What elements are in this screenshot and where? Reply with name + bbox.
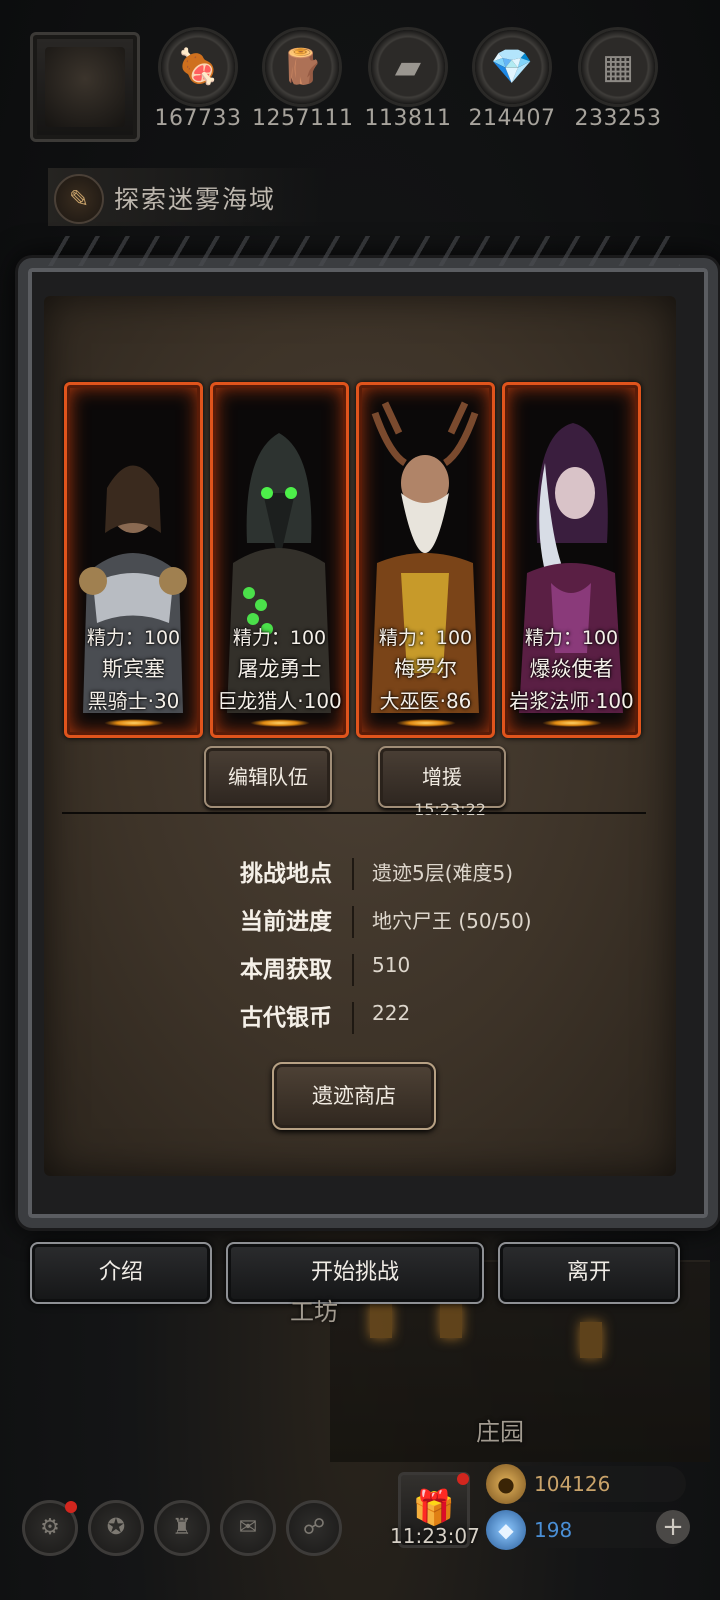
card-glow bbox=[541, 719, 602, 727]
scroll-icon: ✎ bbox=[54, 174, 104, 224]
gold-value: 104126 bbox=[534, 1472, 611, 1496]
gems-value: 198 bbox=[534, 1518, 573, 1542]
intro-button[interactable]: 介绍 bbox=[30, 1242, 212, 1304]
hero-card[interactable]: 精力：100 梅罗尔 大巫医·86 bbox=[356, 382, 495, 738]
resource-crystal[interactable]: 💎 214407 bbox=[462, 30, 562, 131]
info-row-weekly: 本周获取 510 bbox=[180, 950, 600, 990]
resource-value: 233253 bbox=[574, 106, 662, 131]
resource-value: 214407 bbox=[468, 106, 556, 131]
wood-icon: 🪵 bbox=[280, 47, 324, 87]
info-separator bbox=[352, 858, 354, 890]
player-avatar bbox=[45, 47, 125, 127]
info-separator bbox=[352, 906, 354, 938]
info-row-silver: 古代银币 222 bbox=[180, 998, 600, 1038]
edit-team-button[interactable]: 编辑队伍 bbox=[204, 746, 332, 808]
hero-stamina: 精力：100 bbox=[232, 627, 327, 649]
info-value: 地穴尸王 (50/50) bbox=[372, 909, 532, 933]
resource-meat[interactable]: 🍖 167733 bbox=[148, 30, 248, 131]
iron-icon: ▰ bbox=[394, 47, 422, 87]
handshake-icon[interactable]: ☍ bbox=[286, 1500, 342, 1556]
hero-class-level: 黑骑士·30 bbox=[87, 689, 180, 713]
info-label: 当前进度 bbox=[240, 909, 332, 935]
card-glow bbox=[395, 719, 456, 727]
place-label-manor[interactable]: 庄园 bbox=[476, 1412, 524, 1447]
info-separator bbox=[352, 1002, 354, 1034]
gem-icon: ◆ bbox=[486, 1510, 526, 1550]
card-glow bbox=[249, 719, 310, 727]
card-glow bbox=[103, 719, 164, 727]
resource-wood[interactable]: 🪵 1257111 bbox=[252, 30, 354, 131]
info-value: 510 bbox=[372, 953, 411, 977]
stone-icon: ▦ bbox=[601, 47, 635, 87]
hero-name: 斯宾塞 bbox=[102, 657, 165, 681]
achievement-star-icon[interactable]: ✪ bbox=[88, 1500, 144, 1556]
info-row-location: 挑战地点 遗迹5层(难度5) bbox=[180, 854, 600, 894]
gift-timer: 11:23:07 bbox=[390, 1524, 480, 1548]
start-challenge-button[interactable]: 开始挑战 bbox=[226, 1242, 484, 1304]
ruins-shop-button[interactable]: 遗迹商店 bbox=[272, 1062, 436, 1130]
notification-dot bbox=[65, 1501, 77, 1513]
info-value: 222 bbox=[372, 1001, 411, 1025]
hero-stamina: 精力：100 bbox=[378, 627, 473, 649]
quest-label: 探索迷雾海域 bbox=[114, 185, 277, 214]
divider bbox=[62, 812, 646, 814]
mail-icon[interactable]: ✉ bbox=[220, 1500, 276, 1556]
info-value: 遗迹5层(难度5) bbox=[372, 861, 514, 885]
hero-stamina: 精力：100 bbox=[524, 627, 619, 649]
player-portrait[interactable] bbox=[30, 32, 140, 142]
place-label-workshop[interactable]: 工坊 bbox=[290, 1292, 338, 1327]
hero-name: 梅罗尔 bbox=[394, 657, 457, 681]
info-label: 古代银币 bbox=[240, 1005, 332, 1031]
resource-stone[interactable]: ▦ 233253 bbox=[568, 30, 668, 131]
hero-card[interactable]: 精力：100 屠龙勇士 巨龙猎人·100 bbox=[210, 382, 349, 738]
quest-tracker[interactable]: ✎ 探索迷雾海域 bbox=[48, 168, 328, 226]
hero-class-level: 大巫医·86 bbox=[379, 689, 472, 713]
hero-stamina: 精力：100 bbox=[86, 627, 181, 649]
resource-value: 1257111 bbox=[252, 106, 354, 131]
meat-icon: 🍖 bbox=[176, 47, 220, 87]
info-label: 本周获取 bbox=[240, 957, 332, 983]
resource-value: 167733 bbox=[154, 106, 242, 131]
settings-gear-icon[interactable]: ⚙ bbox=[22, 1500, 78, 1556]
info-label: 挑战地点 bbox=[240, 861, 332, 887]
reinforce-timer: 15:23:22 bbox=[414, 800, 486, 819]
hero-class-level: 岩浆法师·100 bbox=[509, 689, 634, 713]
add-gems-button[interactable]: + bbox=[656, 1510, 690, 1544]
resource-iron[interactable]: ▰ 113811 bbox=[358, 30, 458, 131]
reinforce-button[interactable]: 增援 bbox=[378, 746, 506, 808]
crystal-icon: 💎 bbox=[490, 47, 534, 87]
resource-value: 113811 bbox=[364, 106, 452, 131]
hero-name: 爆焱使者 bbox=[529, 657, 614, 681]
notification-dot bbox=[457, 1473, 469, 1485]
gold-coin-icon: ● bbox=[486, 1464, 526, 1504]
frame-ornament bbox=[40, 236, 680, 266]
info-separator bbox=[352, 954, 354, 986]
hero-class-level: 巨龙猎人·100 bbox=[217, 689, 342, 713]
hero-name: 屠龙勇士 bbox=[237, 657, 322, 681]
leave-button[interactable]: 离开 bbox=[498, 1242, 680, 1304]
castle-icon[interactable]: ♜ bbox=[154, 1500, 210, 1556]
hero-card[interactable]: 精力：100 斯宾塞 黑骑士·30 bbox=[64, 382, 203, 738]
info-row-progress: 当前进度 地穴尸王 (50/50) bbox=[180, 902, 600, 942]
hero-card[interactable]: 精力：100 爆焱使者 岩浆法师·100 bbox=[502, 382, 641, 738]
